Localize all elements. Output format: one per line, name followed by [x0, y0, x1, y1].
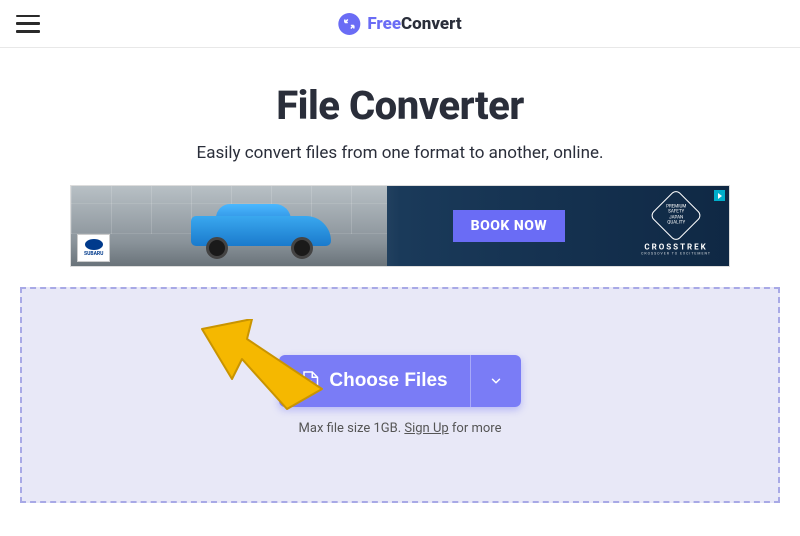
- chevron-down-icon: [489, 374, 503, 388]
- main-content: File Converter Easily convert files from…: [0, 48, 800, 503]
- page-title: File Converter: [0, 82, 800, 129]
- ad-car-graphic: [181, 204, 341, 259]
- signup-link[interactable]: Sign Up: [404, 421, 448, 436]
- logo[interactable]: FreeConvert: [338, 13, 461, 35]
- header: FreeConvert: [0, 0, 800, 48]
- ad-banner[interactable]: SUBARU BOOK NOW PREMIUM SAFETY JAPAN QUA…: [70, 185, 730, 267]
- ad-cta-button[interactable]: BOOK NOW: [453, 210, 565, 242]
- annotation-arrow-icon: [192, 319, 332, 419]
- ad-brand-badge: SUBARU: [77, 234, 110, 262]
- choose-files-dropdown-button[interactable]: [470, 355, 521, 407]
- logo-text-free: Free: [367, 14, 401, 34]
- logo-text-convert: Convert: [401, 14, 462, 34]
- hamburger-menu-icon[interactable]: [16, 15, 40, 33]
- ad-right-block: PREMIUM SAFETY JAPAN QUALITY CROSSTREK C…: [641, 197, 711, 256]
- page-subtitle: Easily convert files from one format to …: [0, 143, 800, 163]
- file-size-hint: Max file size 1GB. Sign Up for more: [299, 421, 502, 436]
- ad-choices-icon[interactable]: [714, 190, 725, 201]
- choose-files-label: Choose Files: [329, 370, 447, 392]
- file-dropzone[interactable]: Choose Files Max file size 1GB. Sign Up …: [20, 287, 780, 503]
- logo-swap-icon: [338, 13, 360, 35]
